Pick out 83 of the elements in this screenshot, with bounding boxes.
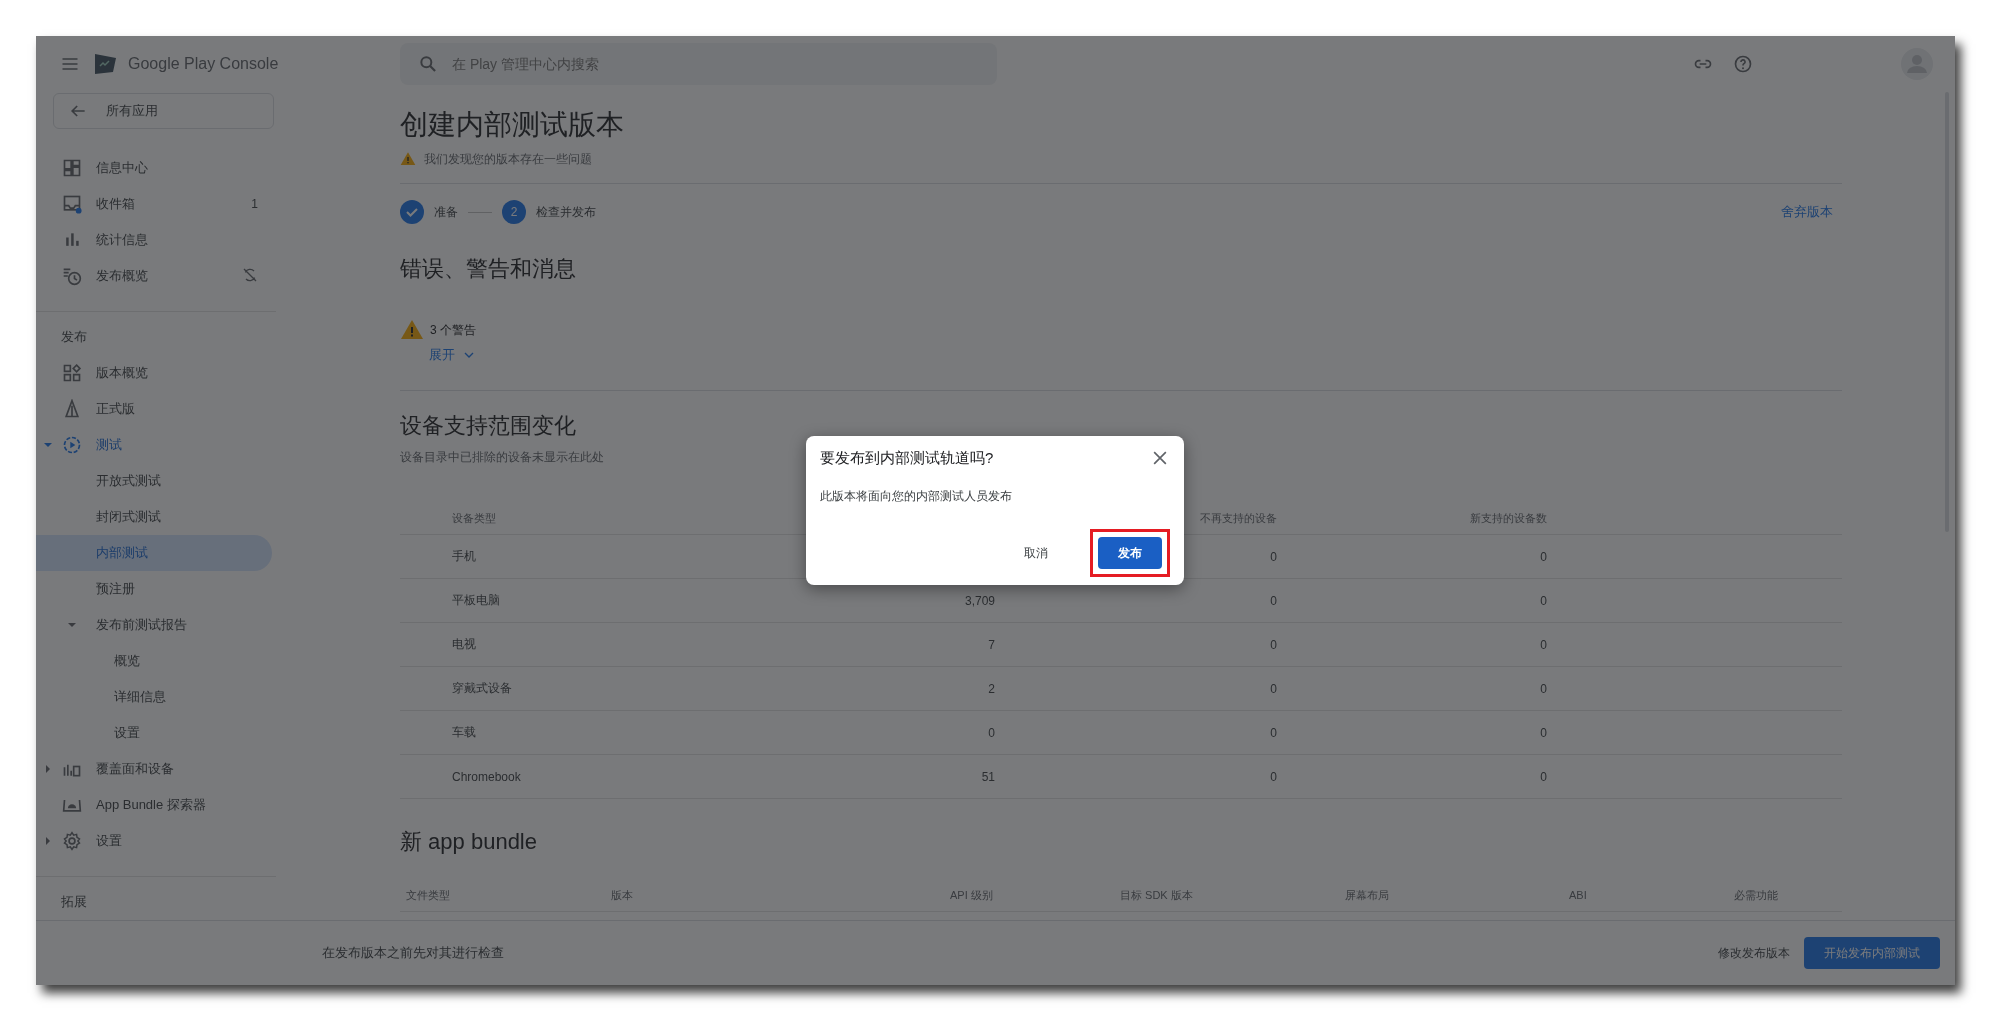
discard-link[interactable]: 舍弃版本 <box>1781 203 1833 221</box>
table-cell: 0 <box>1540 725 1547 740</box>
table-cell: 0 <box>1270 725 1277 740</box>
warning-icon <box>400 151 416 167</box>
footer-message: 在发布版本之前先对其进行检查 <box>322 944 504 962</box>
table-cell: 7 <box>988 637 995 652</box>
column-header: ABI <box>1569 889 1587 901</box>
search-icon <box>418 54 438 74</box>
table-cell: 0 <box>1270 681 1277 696</box>
nav-item[interactable]: 详细信息 <box>36 679 272 715</box>
start-rollout-button[interactable]: 开始发布内部测试 <box>1804 937 1940 969</box>
nav-item[interactable]: 预注册 <box>36 571 272 607</box>
nav-item[interactable]: 设置 <box>36 715 272 751</box>
table-cell-text: 车载 <box>451 724 477 741</box>
nav-item[interactable]: 概览 <box>36 643 272 679</box>
section-subtitle: 设备目录中已排除的设备未显示在此处 <box>400 449 604 466</box>
table-cell: 51 <box>981 769 995 784</box>
column-header: 设备类型 <box>451 510 497 526</box>
nav-item[interactable]: 内部测试 <box>36 535 272 571</box>
section-title: 错误、警告和消息 <box>400 255 576 283</box>
dialog-message: 此版本将面向您的内部测试人员发布 <box>820 488 1013 505</box>
grid-icon <box>62 363 82 383</box>
nav-item[interactable]: 发布概览 <box>36 258 272 294</box>
nav-item[interactable]: 收件箱 1 <box>36 186 272 222</box>
nav-item[interactable]: 统计信息 <box>36 222 272 258</box>
table-cell: 2 <box>988 681 995 696</box>
play-console-logo-icon <box>92 52 116 76</box>
nav-item[interactable]: 封闭式测试 <box>36 499 272 535</box>
count-label: 1 <box>251 197 258 211</box>
warning-count: 3 个警告 <box>430 321 476 339</box>
column-header: API 级别 <box>950 888 993 901</box>
product-name: Google Play Console <box>128 55 279 73</box>
column-header: 版本 <box>611 888 633 901</box>
nav-item[interactable]: App Bundle 探索器 <box>36 787 272 823</box>
sync-off-icon <box>242 266 258 283</box>
dialog-button[interactable]: 取消 <box>1004 537 1068 569</box>
dialog-title: 要发布到内部测试轨道吗? <box>820 448 994 468</box>
nav-item[interactable]: 测试 <box>36 427 272 463</box>
back-button[interactable]: 所有应用 <box>53 93 274 129</box>
table-cell: 0 <box>1540 593 1547 608</box>
table-cell: 0 <box>1540 637 1547 652</box>
nav-heading: 拓展 <box>60 893 88 911</box>
table-cell: 0 <box>988 725 995 740</box>
table-cell-text: 穿戴式设备 <box>451 680 513 697</box>
nav-item[interactable]: 版本概览 <box>36 355 272 391</box>
edit-release-button[interactable]: 修改发布版本 <box>1708 938 1800 968</box>
step-number: 2 <box>502 200 526 224</box>
table-cell-text: 手机 <box>451 548 477 565</box>
table-cell-text: 电视 <box>451 636 477 653</box>
table-cell: 0 <box>1540 549 1547 564</box>
help-icon <box>1733 54 1753 74</box>
expand-link[interactable]: 展开 <box>429 346 477 364</box>
column-header: 文件类型 <box>406 888 450 901</box>
nav-heading: 发布 <box>60 328 88 346</box>
table-cell-text: 平板电脑 <box>451 592 501 609</box>
table-cell: 0 <box>1540 681 1547 696</box>
settings-icon <box>62 831 82 851</box>
inbox-icon <box>62 194 82 214</box>
nav-item[interactable]: 覆盖面和设备 <box>36 751 272 787</box>
nav-item[interactable]: 正式版 <box>36 391 272 427</box>
list-clock-icon <box>62 266 82 286</box>
table-cell: 0 <box>1270 637 1277 652</box>
cone-icon <box>62 399 82 419</box>
step-label: 检查并发布 <box>536 203 596 221</box>
table-cell-text: Chromebook <box>451 769 522 784</box>
table-cell: 0 <box>1540 769 1547 784</box>
play-circle-icon <box>62 435 82 455</box>
dialog-button[interactable]: 发布 <box>1098 537 1162 569</box>
nav-item[interactable]: 信息中心 <box>36 150 272 186</box>
avatar-icon[interactable] <box>1901 48 1933 80</box>
warning-icon <box>400 318 424 342</box>
section-title: 新 app bundle <box>400 828 537 856</box>
nav-item[interactable]: 设置 <box>36 823 272 859</box>
nav-item[interactable]: 发布前测试报告 <box>36 607 272 643</box>
table-cell: 0 <box>1270 769 1277 784</box>
nav-item[interactable]: 开放式测试 <box>36 463 272 499</box>
section-title: 设备支持范围变化 <box>400 412 576 440</box>
dashboard-icon <box>62 158 82 178</box>
table-cell: 3,709 <box>964 593 995 608</box>
table-cell: 0 <box>1270 593 1277 608</box>
step-label: 准备 <box>434 203 458 221</box>
page-title: 创建内部测试版本 <box>400 108 625 142</box>
table-cell: 0 <box>1270 549 1277 564</box>
